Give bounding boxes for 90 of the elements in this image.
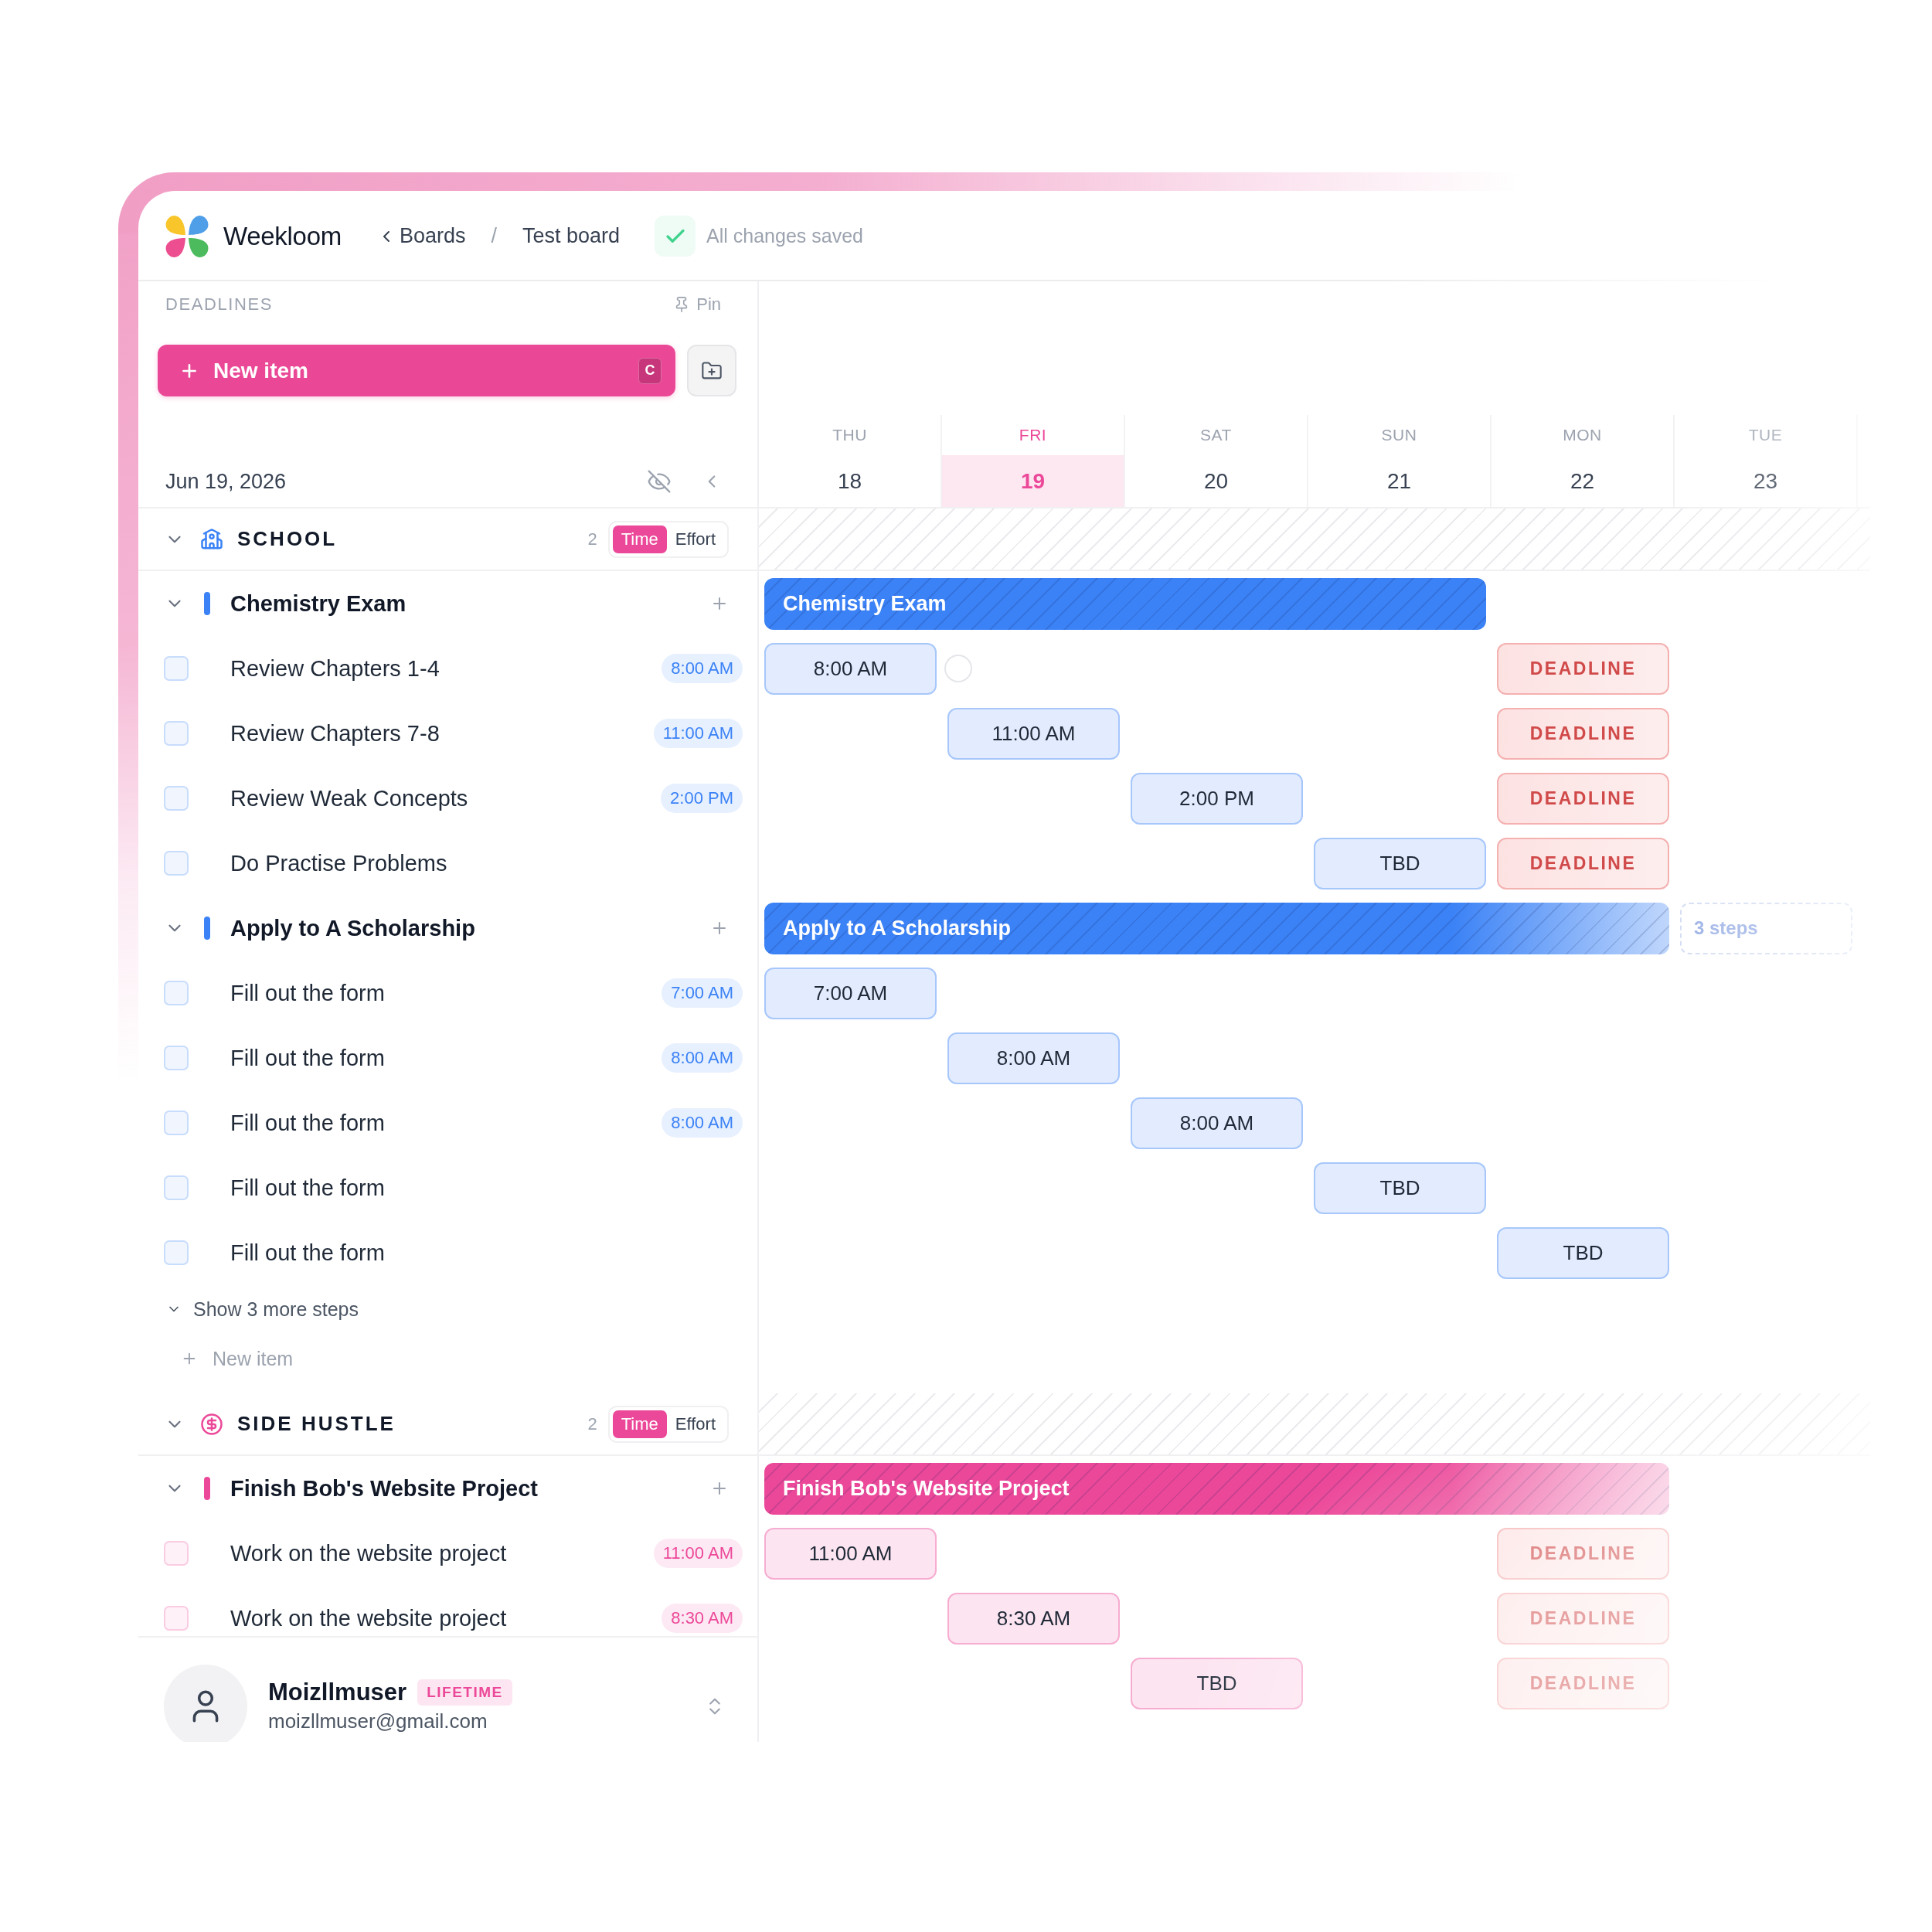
user-email: moizllmuser@gmail.com	[268, 1709, 488, 1733]
deadline-tag[interactable]: DEADLINE	[1497, 837, 1669, 889]
day-number[interactable]: 23	[1675, 455, 1856, 507]
deadline-tag[interactable]: DEADLINE	[1497, 642, 1669, 695]
checkbox[interactable]	[164, 656, 189, 681]
time-slot[interactable]: TBD	[1314, 1162, 1486, 1214]
step-title: Review Weak Concepts	[230, 785, 468, 811]
board-title: Test board	[522, 224, 621, 248]
dollar-circle-icon	[200, 1412, 223, 1436]
day-name: SUN	[1380, 425, 1418, 445]
task-bar[interactable]: Apply to A Scholarship	[764, 902, 1669, 954]
date-label: Jun 19, 2026	[165, 469, 287, 494]
time-slot[interactable]: 8:00 AM	[947, 1032, 1120, 1084]
group-title: SCHOOL	[237, 527, 338, 551]
checkbox[interactable]	[164, 786, 189, 811]
time-badge: 7:00 AM	[662, 978, 743, 1008]
day-name: FRI	[1018, 425, 1048, 445]
day-name: SAT	[1199, 425, 1233, 445]
step-title: Do Practise Problems	[230, 850, 447, 876]
step-title: Work on the website project	[230, 1605, 507, 1631]
checkbox[interactable]	[164, 1046, 189, 1070]
step-title: Work on the website project	[230, 1540, 507, 1566]
new-folder-button[interactable]	[687, 345, 736, 396]
deadline-tag[interactable]: DEADLINE	[1497, 707, 1669, 760]
deadline-tag[interactable]: DEADLINE	[1497, 772, 1669, 825]
time-slot[interactable]: 7:00 AM	[764, 967, 937, 1019]
checkbox[interactable]	[164, 1240, 189, 1265]
step-title: Fill out the form	[230, 1110, 385, 1136]
day-number[interactable]: 21	[1308, 455, 1490, 507]
day-name: THU	[832, 425, 868, 445]
day-number[interactable]: 20	[1125, 455, 1307, 507]
app-name: Weekloom	[223, 221, 342, 251]
boards-link[interactable]: Boards	[376, 224, 466, 248]
item-count: 2	[587, 1413, 597, 1434]
check-icon	[655, 216, 696, 257]
section-title: DEADLINES	[165, 294, 274, 315]
mode-tab[interactable]: Effort	[666, 525, 724, 553]
time-badge: 8:00 AM	[662, 1108, 743, 1138]
time-slot[interactable]: 8:30 AM	[947, 1592, 1120, 1645]
checkbox[interactable]	[164, 1541, 189, 1566]
step-title: Review Chapters 7-8	[230, 720, 440, 747]
new-item-button[interactable]: New item C	[158, 345, 675, 396]
save-status: All changes saved	[706, 225, 863, 247]
item-count: 2	[587, 529, 597, 549]
time-slot[interactable]: 8:00 AM	[1131, 1097, 1303, 1149]
time-slot[interactable]: 11:00 AM	[764, 1527, 937, 1580]
day-number[interactable]: 22	[1492, 455, 1673, 507]
breadcrumb-separator: /	[491, 224, 497, 248]
time-badge: 8:00 AM	[662, 654, 743, 683]
checkbox[interactable]	[164, 1111, 189, 1135]
time-slot[interactable]: TBD	[1314, 837, 1486, 889]
checkbox[interactable]	[164, 981, 189, 1005]
task-bar[interactable]: Finish Bob's Website Project	[764, 1462, 1669, 1515]
step-title: Fill out the form	[230, 1240, 385, 1266]
checkbox[interactable]	[164, 851, 189, 876]
checkbox[interactable]	[164, 1175, 189, 1200]
checkbox[interactable]	[164, 1606, 189, 1631]
step-title: Fill out the form	[230, 1045, 385, 1071]
school-icon	[200, 527, 223, 551]
mode-tab[interactable]: Effort	[666, 1410, 724, 1438]
mode-tab[interactable]: Time	[612, 1410, 667, 1438]
user-name: Moizllmuser	[268, 1679, 407, 1706]
time-slot[interactable]: 11:00 AM	[947, 707, 1120, 760]
time-badge: 2:00 PM	[661, 784, 743, 813]
time-badge: 8:30 AM	[662, 1604, 743, 1633]
time-badge: 11:00 AM	[653, 1539, 743, 1568]
item-title: Chemistry Exam	[230, 590, 406, 617]
task-bar[interactable]: Chemistry Exam	[764, 577, 1486, 630]
time-badge: 11:00 AM	[653, 719, 743, 748]
step-title: Fill out the form	[230, 980, 385, 1006]
circle-icon	[944, 655, 972, 682]
time-slot[interactable]: TBD	[1497, 1226, 1669, 1279]
item-title: Apply to A Scholarship	[230, 915, 475, 941]
day-name: TUE	[1747, 425, 1784, 445]
mode-tab[interactable]: Time	[612, 525, 667, 553]
show-more-button[interactable]: Show 3 more steps	[138, 1285, 359, 1333]
step-title: Fill out the form	[230, 1175, 385, 1201]
day-name: MON	[1562, 425, 1603, 445]
shortcut-key: C	[638, 357, 662, 384]
time-slot[interactable]: 2:00 PM	[1131, 772, 1303, 825]
day-number[interactable]: 18	[759, 455, 940, 507]
eye-off-icon[interactable]	[647, 469, 672, 494]
time-slot[interactable]: TBD	[1131, 1657, 1303, 1709]
step-title: Review Chapters 1-4	[230, 655, 440, 682]
checkbox[interactable]	[164, 721, 189, 746]
time-slot[interactable]: 8:00 AM	[764, 642, 937, 695]
group-title: SIDE HUSTLE	[237, 1412, 396, 1436]
plan-badge: LIFETIME	[417, 1679, 512, 1706]
time-badge: 8:00 AM	[662, 1043, 743, 1073]
item-title: Finish Bob's Website Project	[230, 1475, 538, 1502]
